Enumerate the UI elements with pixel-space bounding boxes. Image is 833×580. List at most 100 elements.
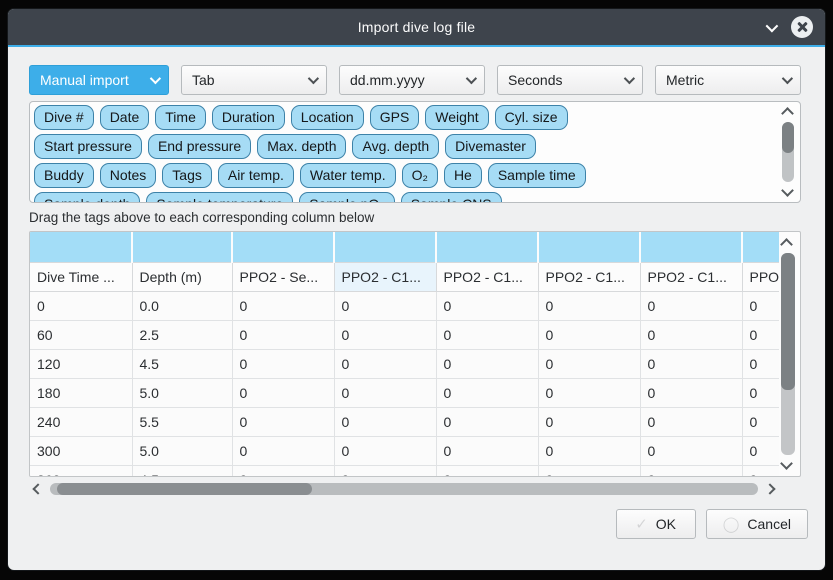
table-horizontal-scrollbar[interactable] [34,482,774,496]
units-value: Metric [666,72,782,88]
table-cell: 0 [436,320,538,349]
table-cell: 0 [334,407,436,436]
ok-button-label: OK [656,516,676,532]
import-source-select[interactable]: Manual import [29,65,169,95]
tag-pill[interactable]: O₂ [402,163,438,188]
window-title: Import dive log file [358,19,476,35]
tag-pill[interactable]: Buddy [34,163,94,188]
tag-pill[interactable]: Notes [100,163,157,188]
tag-pill[interactable]: Date [100,105,150,130]
drop-target-cell[interactable] [436,232,538,262]
tag-pill[interactable]: Sample pO₂ [299,192,394,202]
scroll-down-icon[interactable] [781,184,794,197]
dialog-content: Manual import Tab dd.mm.yyyy Seconds Met… [8,47,826,539]
table-cell: 0 [232,407,334,436]
column-header: PPO2 - Se... [232,262,334,291]
column-header: PPO2 - C1... [640,262,742,291]
tag-pill[interactable]: Sample temperature [146,192,293,202]
duration-format-select[interactable]: Seconds [497,65,643,95]
scrollbar-track[interactable] [781,253,795,455]
drop-target-cell[interactable] [132,232,232,262]
scroll-right-icon[interactable] [764,483,775,494]
column-header: Dive Time ... [30,262,132,291]
scrollbar-thumb[interactable] [57,483,312,495]
tag-pill[interactable]: Sample depth [34,192,140,202]
tag-pill[interactable]: Location [291,105,364,130]
scrollbar-thumb[interactable] [782,122,794,153]
date-format-select[interactable]: dd.mm.yyyy [339,65,485,95]
tag-row: Start pressureEnd pressureMax. depthAvg.… [34,134,774,159]
table-cell: 0 [232,465,334,476]
tag-pill[interactable]: Tags [162,163,212,188]
table-cell: 0 [538,349,640,378]
scroll-left-icon[interactable] [32,483,43,494]
tag-pill[interactable]: End pressure [148,134,251,159]
units-select[interactable]: Metric [655,65,801,95]
chevron-down-icon [624,73,635,84]
tag-pill[interactable]: Dive # [34,105,94,130]
field-separator-select[interactable]: Tab [181,65,327,95]
table-row: 00.0000000 [30,291,779,320]
scroll-down-icon[interactable] [780,457,793,470]
tag-rows: Dive #DateTimeDurationLocationGPSWeight C… [34,105,774,202]
tag-pill[interactable]: Duration [212,105,285,130]
cancel-circle-icon: ◯ [723,515,740,533]
tag-pill[interactable]: Water temp. [300,163,396,188]
ok-button[interactable]: ✓ OK [616,509,696,539]
table-cell: 0 [742,291,779,320]
table-cell: 60 [30,320,132,349]
table-cell: 2.5 [132,320,232,349]
table-cell: 0 [334,291,436,320]
tag-pill[interactable]: He [444,163,482,188]
titlebar-actions [766,9,813,45]
tag-pill[interactable]: Divemaster [445,134,536,159]
tag-pill[interactable]: Avg. depth [352,134,439,159]
table-row: 602.5000000 [30,320,779,349]
table-cell: 0 [538,436,640,465]
table-cell: 0 [232,291,334,320]
dialog-buttons: ✓ OK ◯ Cancel [29,509,808,539]
titlebar[interactable]: Import dive log file [8,9,825,45]
table-row: 1805.0000000 [30,378,779,407]
import-dive-log-dialog: Import dive log file Manual import Tab d… [7,8,826,571]
table-cell: 360 [30,465,132,476]
tag-pill[interactable]: Max. depth [257,134,346,159]
table-body: Dive Time ...Depth (m)PPO2 - Se...PPO2 -… [30,232,779,476]
table-cell: 5.0 [132,378,232,407]
scrollbar-track[interactable] [782,122,794,182]
table-cell: 0.0 [132,291,232,320]
scroll-up-icon[interactable] [781,107,794,120]
tag-pill[interactable]: GPS [370,105,420,130]
drop-target-cell[interactable] [538,232,640,262]
scrollbar-track[interactable] [50,483,758,495]
scrollbar-thumb[interactable] [781,253,795,390]
cancel-button[interactable]: ◯ Cancel [706,509,808,539]
table-cell: 0 [742,349,779,378]
titlebar-collapse-icon[interactable] [766,19,779,32]
tag-pill[interactable]: Cyl. size [495,105,568,130]
close-button[interactable] [791,16,813,38]
tag-pill[interactable]: Air temp. [218,163,294,188]
drag-hint-label: Drag the tags above to each correspondin… [29,210,801,225]
column-header: PPO2 - C1... [742,262,779,291]
tag-pool-scrollbar[interactable] [779,104,797,200]
tag-pill[interactable]: Sample CNS [401,192,502,202]
table-cell: 0 [334,349,436,378]
drop-target-cell[interactable] [30,232,132,262]
tag-pill[interactable]: Weight [425,105,488,130]
table-cell: 0 [436,378,538,407]
drop-target-cell[interactable] [640,232,742,262]
table-vertical-scrollbar[interactable] [778,235,798,473]
duration-format-value: Seconds [508,72,624,88]
table-cell: 0 [334,378,436,407]
scroll-up-icon[interactable] [780,238,793,251]
drop-target-cell[interactable] [742,232,779,262]
table-cell: 0 [742,378,779,407]
drop-target-cell[interactable] [232,232,334,262]
tag-pill[interactable]: Start pressure [34,134,142,159]
tag-pill[interactable]: Sample time [488,163,586,188]
table-cell: 0 [640,436,742,465]
tag-pill[interactable]: Time [155,105,206,130]
drop-target-cell[interactable] [334,232,436,262]
table-cell: 0 [436,291,538,320]
